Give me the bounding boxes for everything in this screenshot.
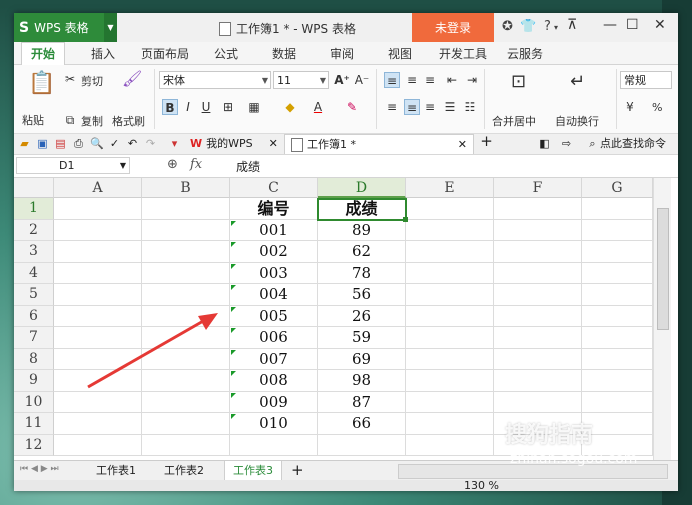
watermark-brand: 搜狗指南 — [505, 423, 594, 448]
watermark-url: zhinan.sogou.com — [510, 451, 638, 467]
arrow-shaft — [87, 318, 206, 389]
